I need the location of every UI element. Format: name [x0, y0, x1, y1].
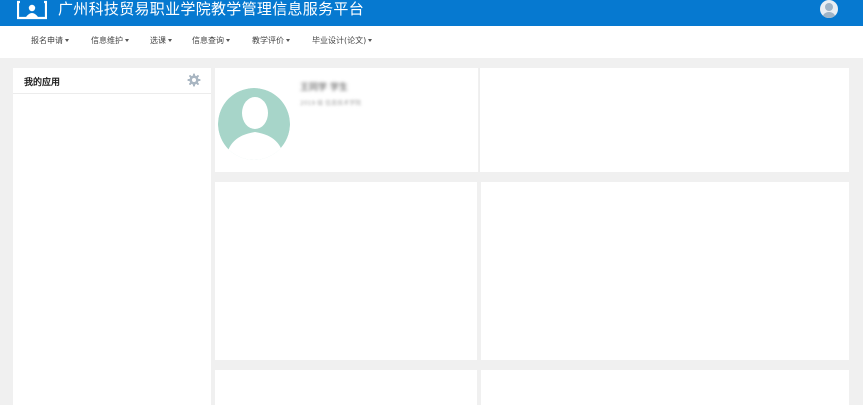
- content-card: [215, 182, 477, 360]
- user-profile-card: 王同学 学生 2019 级 信息技术学院: [215, 68, 478, 172]
- content-card: [215, 370, 477, 405]
- avatar-head-shape: [825, 3, 833, 11]
- campus-logo-icon: [17, 0, 47, 20]
- nav-item-label: 教学评价: [252, 36, 284, 45]
- nav-item-graduation-thesis[interactable]: 毕业设计(论文): [312, 35, 373, 47]
- default-avatar-icon: [218, 88, 290, 160]
- caret-down-icon: [368, 39, 373, 42]
- user-avatar-icon[interactable]: [820, 0, 838, 18]
- content-card: [479, 68, 849, 172]
- profile-subtitle: 2019 级 信息技术学院: [300, 100, 362, 107]
- caret-down-icon: [168, 39, 172, 42]
- top-header-bar: 广州科技贸易职业学院教学管理信息服务平台: [0, 0, 863, 26]
- nav-item-info-query[interactable]: 信息查询: [192, 35, 230, 47]
- nav-item-info-maintenance[interactable]: 信息维护: [91, 35, 129, 47]
- caret-down-icon: [125, 39, 129, 42]
- my-apps-panel: 我的应用: [13, 68, 211, 405]
- avatar-body-shape: [822, 12, 836, 18]
- main-nav-bar: 报名申请 信息维护 选课 信息查询 教学评价 毕业设计(论文): [0, 26, 863, 58]
- content-card: [481, 182, 849, 360]
- nav-item-label: 信息查询: [192, 36, 224, 45]
- caret-down-icon: [65, 39, 69, 42]
- my-apps-title: 我的应用: [24, 78, 61, 88]
- nav-item-label: 信息维护: [91, 36, 123, 45]
- content-card: [481, 370, 849, 405]
- app-title: 广州科技贸易职业学院教学管理信息服务平台: [58, 0, 365, 18]
- nav-item-course-selection[interactable]: 选课: [150, 35, 172, 47]
- nav-item-label: 毕业设计(论文): [312, 36, 367, 45]
- my-apps-header: 我的应用: [13, 68, 211, 94]
- nav-item-registration[interactable]: 报名申请: [31, 35, 69, 47]
- nav-item-label: 报名申请: [31, 36, 63, 45]
- nav-item-teaching-evaluation[interactable]: 教学评价: [252, 35, 290, 47]
- nav-item-label: 选课: [150, 36, 166, 45]
- profile-name: 王同学 学生: [300, 83, 348, 93]
- gear-icon[interactable]: [187, 73, 201, 87]
- caret-down-icon: [226, 39, 230, 42]
- caret-down-icon: [286, 39, 290, 42]
